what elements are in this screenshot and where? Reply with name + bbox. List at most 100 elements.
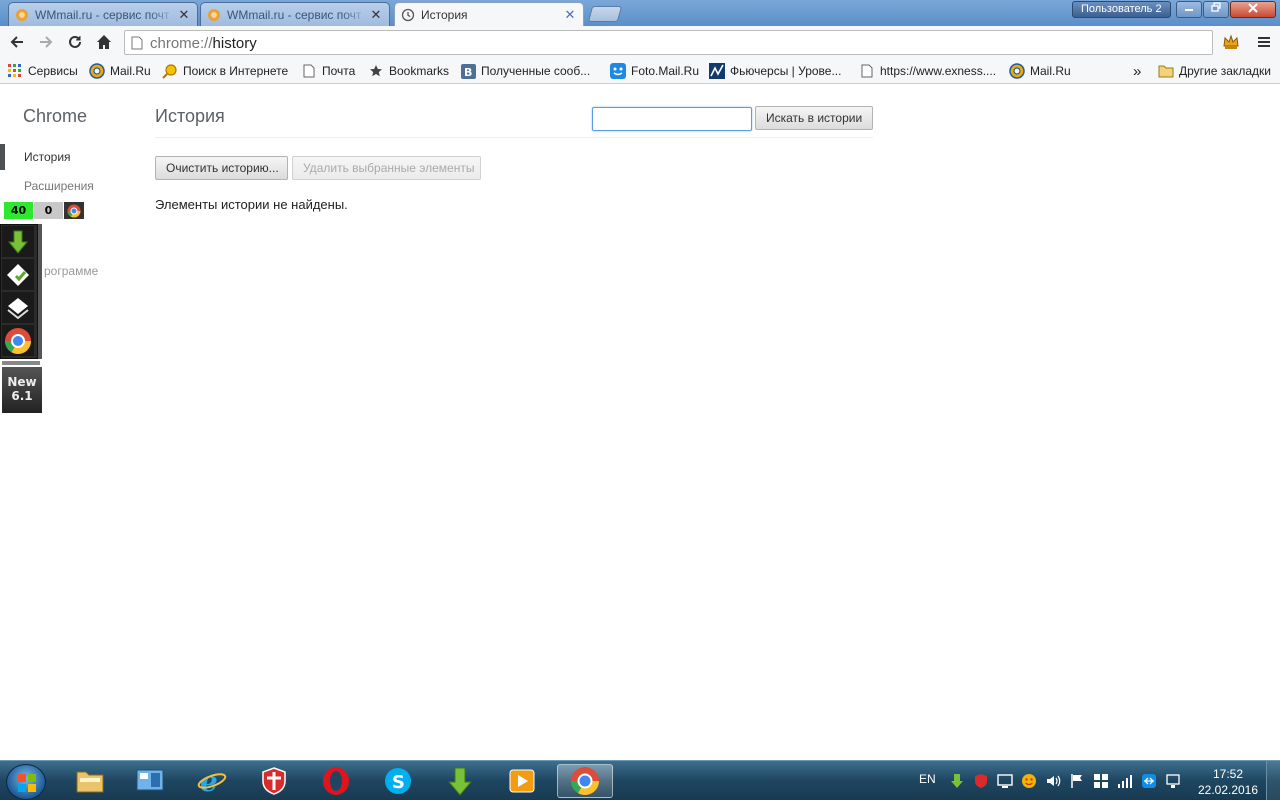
download-launcher-button[interactable] [2, 226, 34, 257]
address-bar[interactable]: chrome://history [124, 30, 1213, 55]
bookmark-services[interactable]: Сервисы [7, 62, 78, 80]
tab-history[interactable]: История ✕ [394, 2, 584, 26]
start-button[interactable] [6, 764, 46, 800]
taskbar-skype[interactable]: S [370, 764, 426, 798]
tray-volume-icon[interactable] [1045, 773, 1061, 789]
extension-crown-button[interactable] [1221, 32, 1241, 52]
star-icon [368, 63, 384, 79]
back-button[interactable] [7, 32, 27, 52]
chrome-mini-icon [64, 202, 84, 219]
sidebar-item-about[interactable]: рограмме [44, 264, 98, 278]
taskbar-control-panel[interactable] [122, 764, 178, 798]
new-version-badge[interactable]: New 6.1 [2, 367, 42, 413]
forward-button[interactable] [36, 32, 56, 52]
apps-grid-icon [7, 63, 23, 79]
foto-icon [610, 63, 626, 79]
clock-date: 22.02.2016 [1197, 783, 1259, 797]
tray-flag-icon[interactable] [1069, 773, 1085, 789]
bookmark-mail[interactable]: Почта [301, 62, 355, 80]
bookmark-foto-mailru[interactable]: Foto.Mail.Ru [610, 62, 699, 80]
windows-taskbar: e S EN 17:52 22.02.2016 [0, 760, 1280, 800]
tray-monitor-icon[interactable] [997, 773, 1013, 789]
clear-history-button[interactable]: Очистить историю... [155, 156, 288, 180]
language-indicator[interactable]: EN [919, 772, 936, 786]
download-arrow-icon [447, 767, 473, 796]
new-tab-button[interactable] [587, 6, 623, 22]
bookmark-mailru-2[interactable]: Mail.Ru [1009, 62, 1071, 80]
page-icon [301, 63, 317, 79]
bookmark-search[interactable]: Поиск в Интернете [162, 62, 288, 80]
bookmark-exness[interactable]: https://www.exness.... [859, 62, 996, 80]
tab-close-icon[interactable]: ✕ [369, 7, 383, 22]
taskbar-security[interactable] [246, 764, 302, 798]
restore-button[interactable] [1203, 1, 1229, 18]
layers-icon [7, 297, 29, 319]
forward-arrow-icon [40, 36, 53, 48]
chrome-menu-button[interactable] [1254, 32, 1274, 52]
svg-text:B: B [464, 66, 472, 79]
tab-title: WMmail.ru - сервис почт [227, 7, 362, 22]
search-history-button[interactable]: Искать в истории [755, 106, 873, 130]
reload-icon [69, 35, 81, 48]
tray-smiley-icon[interactable] [1021, 773, 1037, 789]
version-label: 6.1 [11, 389, 33, 403]
taskbar-media-player[interactable] [494, 764, 550, 798]
launcher-collapse-handle[interactable] [38, 224, 42, 359]
tab-close-icon[interactable]: ✕ [563, 7, 577, 22]
reload-button[interactable] [65, 32, 85, 52]
minimize-button[interactable] [1176, 1, 1202, 18]
bookmark-bookmarks[interactable]: Bookmarks [368, 62, 449, 80]
crown-extension-icon [1223, 34, 1239, 49]
taskbar-downloader[interactable] [432, 764, 488, 798]
tray-windows-icon[interactable] [1093, 773, 1109, 789]
bookmark-mailru[interactable]: Mail.Ru [89, 62, 151, 80]
bookmark-label: https://www.exness.... [880, 64, 997, 78]
delete-selected-button[interactable]: Удалить выбранные элементы [292, 156, 481, 180]
diamond-check-icon [7, 263, 29, 286]
bookmark-label: Другие закладки [1179, 64, 1271, 78]
system-clock[interactable]: 17:52 22.02.2016 [1193, 766, 1263, 798]
paint-launcher-button[interactable] [2, 259, 34, 290]
back-arrow-icon [10, 36, 23, 48]
folder-explorer-icon [76, 771, 104, 793]
grey-counter: 0 [34, 202, 63, 219]
media-player-icon [509, 769, 535, 793]
history-search-input[interactable] [592, 107, 752, 131]
home-icon [97, 35, 111, 49]
tray-signal-icon[interactable] [1117, 773, 1133, 789]
tab-close-icon[interactable]: ✕ [177, 7, 191, 22]
show-desktop-button[interactable] [1266, 761, 1280, 800]
taskbar-internet-explorer[interactable]: e [184, 764, 240, 798]
url-path: history [212, 35, 257, 52]
taskbar-explorer[interactable] [62, 764, 118, 798]
taskbar-opera[interactable] [308, 764, 364, 798]
tray-download-icon[interactable] [949, 773, 965, 789]
bookmark-label: Mail.Ru [110, 64, 151, 78]
sidebar-item-history[interactable]: История [24, 150, 71, 164]
bookmark-futures[interactable]: Фьючерсы | Урове... [709, 62, 841, 80]
download-arrow-icon [7, 230, 29, 254]
profile-user-button[interactable]: Пользователь 2 [1072, 1, 1171, 18]
tab-wmmail-2[interactable]: WMmail.ru - сервис почт ✕ [200, 2, 390, 26]
tray-network-icon[interactable] [1165, 773, 1181, 789]
counter-widget[interactable]: 40 0 [4, 202, 84, 219]
tray-shield-icon[interactable] [973, 773, 989, 789]
control-panel-icon [136, 769, 164, 791]
shield-icon [262, 767, 286, 795]
chrome-icon [4, 327, 32, 354]
bookmark-vk-messages[interactable]: B Полученные сооб... [460, 62, 590, 80]
layers-launcher-button[interactable] [2, 292, 34, 323]
folder-icon [1158, 63, 1174, 79]
tray-teamviewer-icon[interactable] [1141, 773, 1157, 789]
other-bookmarks-folder[interactable]: Другие закладки [1158, 62, 1271, 80]
home-button[interactable] [94, 32, 114, 52]
close-window-button[interactable] [1230, 1, 1276, 18]
taskbar-chrome[interactable] [557, 764, 613, 798]
chrome-launcher-button[interactable] [2, 325, 34, 356]
sidebar-item-extensions[interactable]: Расширения [24, 179, 94, 193]
bookmarks-overflow-button[interactable]: » [1133, 62, 1141, 80]
tab-wmmail-1[interactable]: WMmail.ru - сервис почт ✕ [8, 2, 198, 26]
bookmark-label: Почта [322, 64, 356, 78]
chrome-icon [571, 767, 599, 795]
search-mailru-icon [162, 63, 178, 79]
